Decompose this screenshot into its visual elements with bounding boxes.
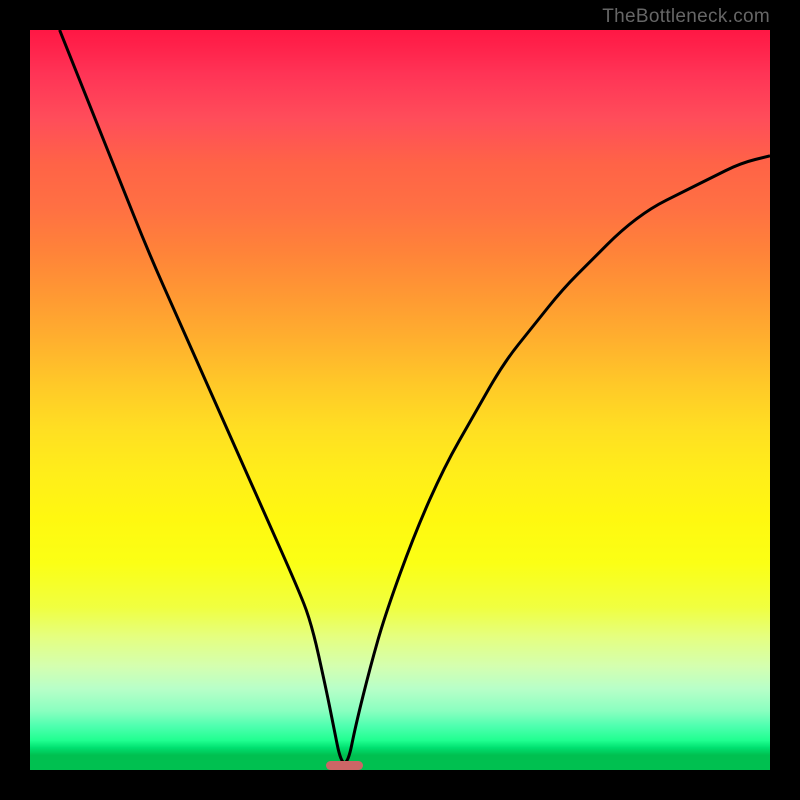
watermark-text: TheBottleneck.com (602, 6, 770, 28)
bottleneck-curve-path (60, 30, 770, 763)
bottleneck-curve-svg (30, 30, 770, 770)
optimal-marker (326, 761, 363, 770)
chart-plot-area (30, 30, 770, 770)
